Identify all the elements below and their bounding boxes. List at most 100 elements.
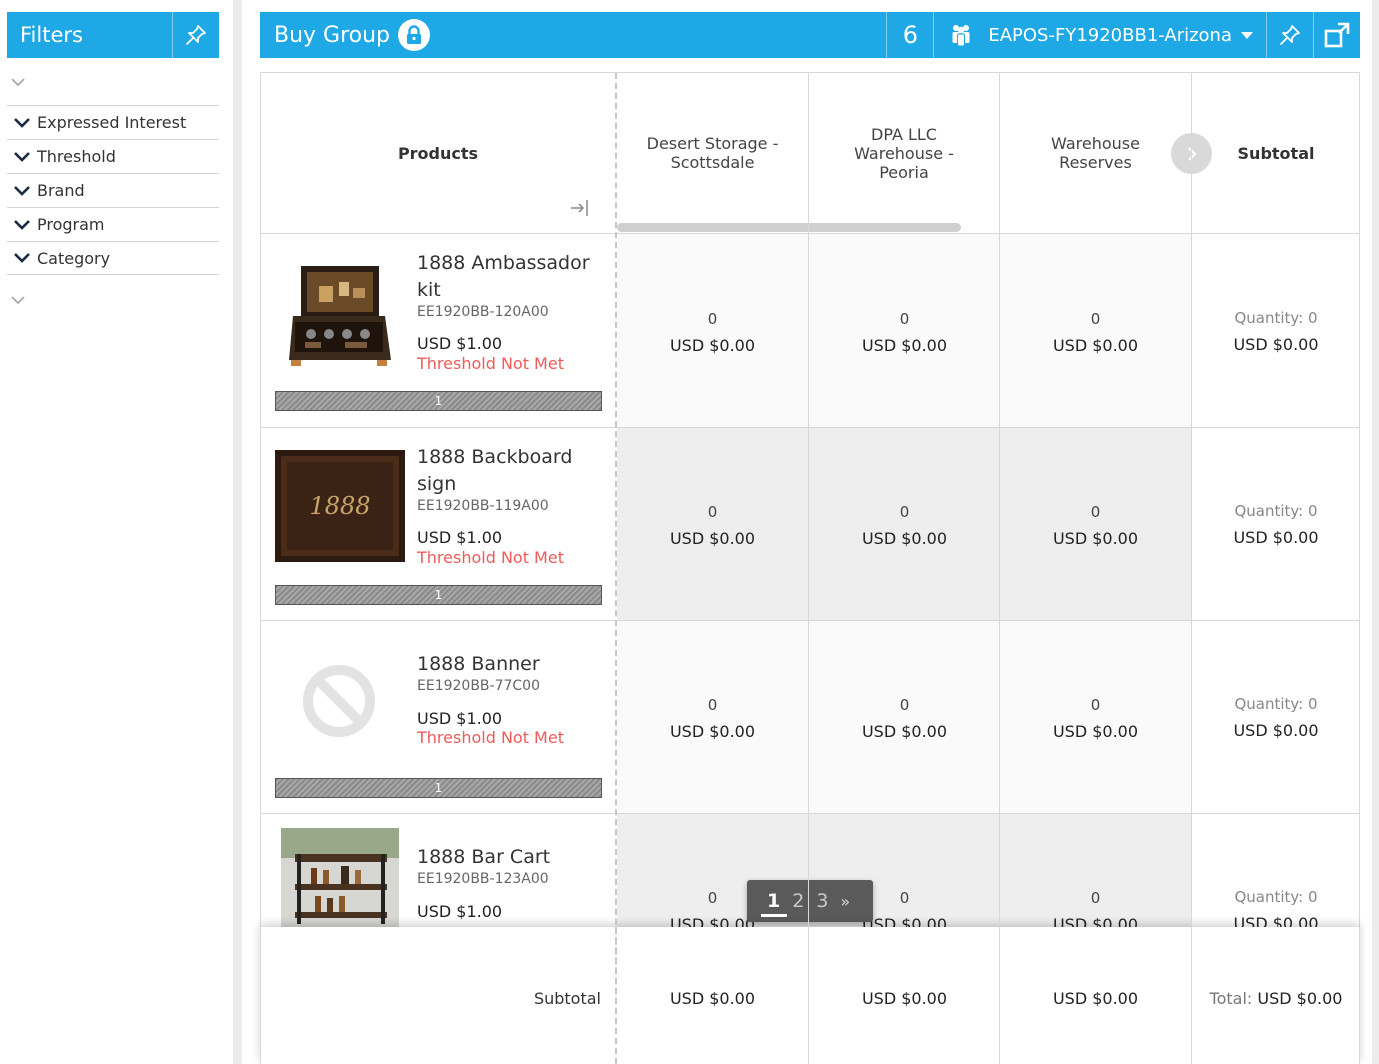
row-subtotal-cell: Quantity: 0 USD $0.00	[1191, 309, 1359, 354]
group-people-icon	[952, 25, 970, 47]
location-quantity-cell[interactable]: 0 USD $0.00	[1000, 696, 1191, 741]
grand-total: Total: USD $0.00	[1191, 989, 1361, 1008]
location-quantity-cell[interactable]: 0 USD $0.00	[617, 696, 808, 741]
product-name: 1888 Banner	[417, 653, 540, 675]
vertical-scrollbar[interactable]	[1372, 0, 1379, 1064]
caret-down-icon	[1241, 32, 1253, 39]
filter-list: Expressed Interest Threshold Brand Progr…	[7, 105, 219, 275]
grid-header-row: Products Desert Storage - Scottsdale DPA…	[261, 73, 1359, 234]
product-sku: EE1920BB-123A00	[417, 871, 549, 887]
filter-expressed-interest[interactable]: Expressed Interest	[7, 105, 219, 139]
no-image-icon	[303, 665, 375, 737]
product-sku: EE1920BB-120A00	[417, 304, 549, 320]
expand-more-chevron-icon[interactable]	[10, 294, 26, 306]
filter-threshold[interactable]: Threshold	[7, 139, 219, 173]
threshold-progress-bar[interactable]: 1	[275, 778, 602, 798]
threshold-progress-bar[interactable]: 1	[275, 585, 602, 605]
filter-category[interactable]: Category	[7, 241, 219, 275]
cell-amount: USD $0.00	[861, 529, 948, 548]
cell-quantity: 0	[707, 310, 718, 328]
product-sku: EE1920BB-77C00	[417, 678, 540, 694]
page-2-button[interactable]: 2	[792, 890, 804, 912]
frozen-column-divider	[615, 73, 617, 1064]
product-image[interactable]	[281, 828, 399, 928]
product-name: 1888 Bar Cart	[417, 846, 551, 868]
product-image[interactable]	[285, 248, 393, 376]
pin-grid-button[interactable]	[1266, 12, 1313, 58]
location-dropdown[interactable]: EAPOS-FY1920BB1-Arizona	[933, 12, 1266, 58]
product-image[interactable]	[299, 661, 379, 741]
padlock-glyph	[407, 25, 422, 44]
next-page-button[interactable]: »	[840, 892, 850, 911]
location-quantity-cell[interactable]: 0 USD $0.00	[617, 503, 808, 548]
cell-quantity: 0	[899, 503, 910, 521]
location-column-header[interactable]: Desert Storage - Scottsdale	[617, 73, 808, 233]
location-column-header[interactable]: Warehouse Reserves	[1000, 73, 1191, 233]
products-column-header[interactable]: Products	[261, 73, 615, 233]
location-column-header[interactable]: DPA LLC Warehouse - Peoria	[809, 73, 999, 233]
location-quantity-cell[interactable]: 0 USD $0.00	[809, 310, 1000, 355]
pin-icon	[186, 25, 206, 45]
cell-quantity: 0	[899, 696, 910, 714]
cell-amount: USD $0.00	[1052, 336, 1139, 355]
subtotal-quantity: Quantity: 0	[1234, 309, 1318, 327]
chevron-down-icon	[14, 117, 30, 128]
threshold-status: Threshold Not Met	[417, 354, 564, 373]
location-quantity-cell[interactable]: 0 USD $0.00	[809, 503, 1000, 548]
lock-icon[interactable]	[398, 19, 431, 51]
product-cell: 1888 1888 Backboard sign EE1920BB-119A00…	[261, 428, 615, 620]
ambassador-kit-image	[289, 266, 391, 366]
popout-button[interactable]	[1313, 12, 1360, 58]
backboard-sign-image: 1888	[275, 450, 405, 562]
threshold-status: Threshold Not Met	[417, 548, 564, 567]
current-page-indicator	[761, 914, 787, 917]
product-name: 1888 Ambassador kit	[417, 252, 590, 301]
chevron-down-icon	[14, 253, 30, 263]
panel-divider[interactable]	[233, 0, 242, 1064]
row-subtotal-cell: Quantity: 0 USD $0.00	[1191, 502, 1359, 547]
filters-header: Filters	[7, 12, 219, 58]
bar-cart-image	[281, 828, 399, 928]
threshold-progress-bar[interactable]: 1	[275, 391, 602, 411]
cell-quantity: 0	[899, 310, 910, 328]
filter-program[interactable]: Program	[7, 207, 219, 241]
product-cell: 1888 Ambassador kit EE1920BB-120A00 USD …	[261, 234, 615, 427]
product-price: USD $1.00	[417, 902, 503, 921]
location-quantity-cell[interactable]: 0 USD $0.00	[1000, 310, 1191, 355]
product-price: USD $1.00	[417, 334, 503, 353]
column-divider	[999, 73, 1000, 1064]
freeze-column-icon[interactable]	[569, 197, 591, 219]
page-1-button[interactable]: 1	[767, 890, 780, 912]
row-subtotal-cell: Quantity: 0 USD $0.00	[1191, 695, 1359, 740]
collapse-all-chevron-icon[interactable]	[10, 76, 26, 88]
grand-total-label: Total:	[1209, 989, 1253, 1008]
buy-group-title: Buy Group	[274, 22, 391, 48]
cell-quantity: 0	[707, 696, 718, 714]
threshold-status: Threshold Not Met	[417, 728, 564, 747]
cell-amount: USD $0.00	[669, 529, 756, 548]
location-quantity-cell[interactable]: 0 USD $0.00	[617, 310, 808, 355]
chevron-down-icon	[14, 151, 30, 162]
location-quantity-cell[interactable]: 0 USD $0.00	[809, 696, 1000, 741]
filter-label: Expressed Interest	[37, 113, 187, 132]
progress-label: 1	[434, 781, 443, 795]
filter-label: Category	[37, 248, 111, 268]
item-count-badge: 6	[886, 12, 933, 58]
page-3-button[interactable]: 3	[816, 890, 828, 912]
cell-amount: USD $0.00	[669, 336, 756, 355]
horizontal-scrollbar[interactable]	[617, 223, 961, 232]
buy-group-header: Buy Group 6 EAPOS-FY1920BB1-Arizona	[260, 12, 1360, 58]
cell-quantity: 0	[707, 503, 718, 521]
filter-label: Brand	[37, 181, 85, 200]
footer-location-subtotal: USD $0.00	[669, 989, 756, 1008]
location-quantity-cell[interactable]: 0 USD $0.00	[1000, 503, 1191, 548]
product-image[interactable]: 1888	[275, 450, 405, 562]
footer-subtotal-label: Subtotal	[533, 989, 601, 1008]
footer-location-subtotal: USD $0.00	[861, 989, 948, 1008]
pin-filters-button[interactable]	[172, 12, 219, 58]
product-sku: EE1920BB-119A00	[417, 498, 549, 514]
filter-brand[interactable]: Brand	[7, 173, 219, 207]
table-row: 1888 Banner EE1920BB-77C00 USD $1.00 Thr…	[261, 621, 1359, 814]
cell-quantity: 0	[1090, 696, 1101, 714]
subtotal-quantity: Quantity: 0	[1234, 888, 1318, 906]
